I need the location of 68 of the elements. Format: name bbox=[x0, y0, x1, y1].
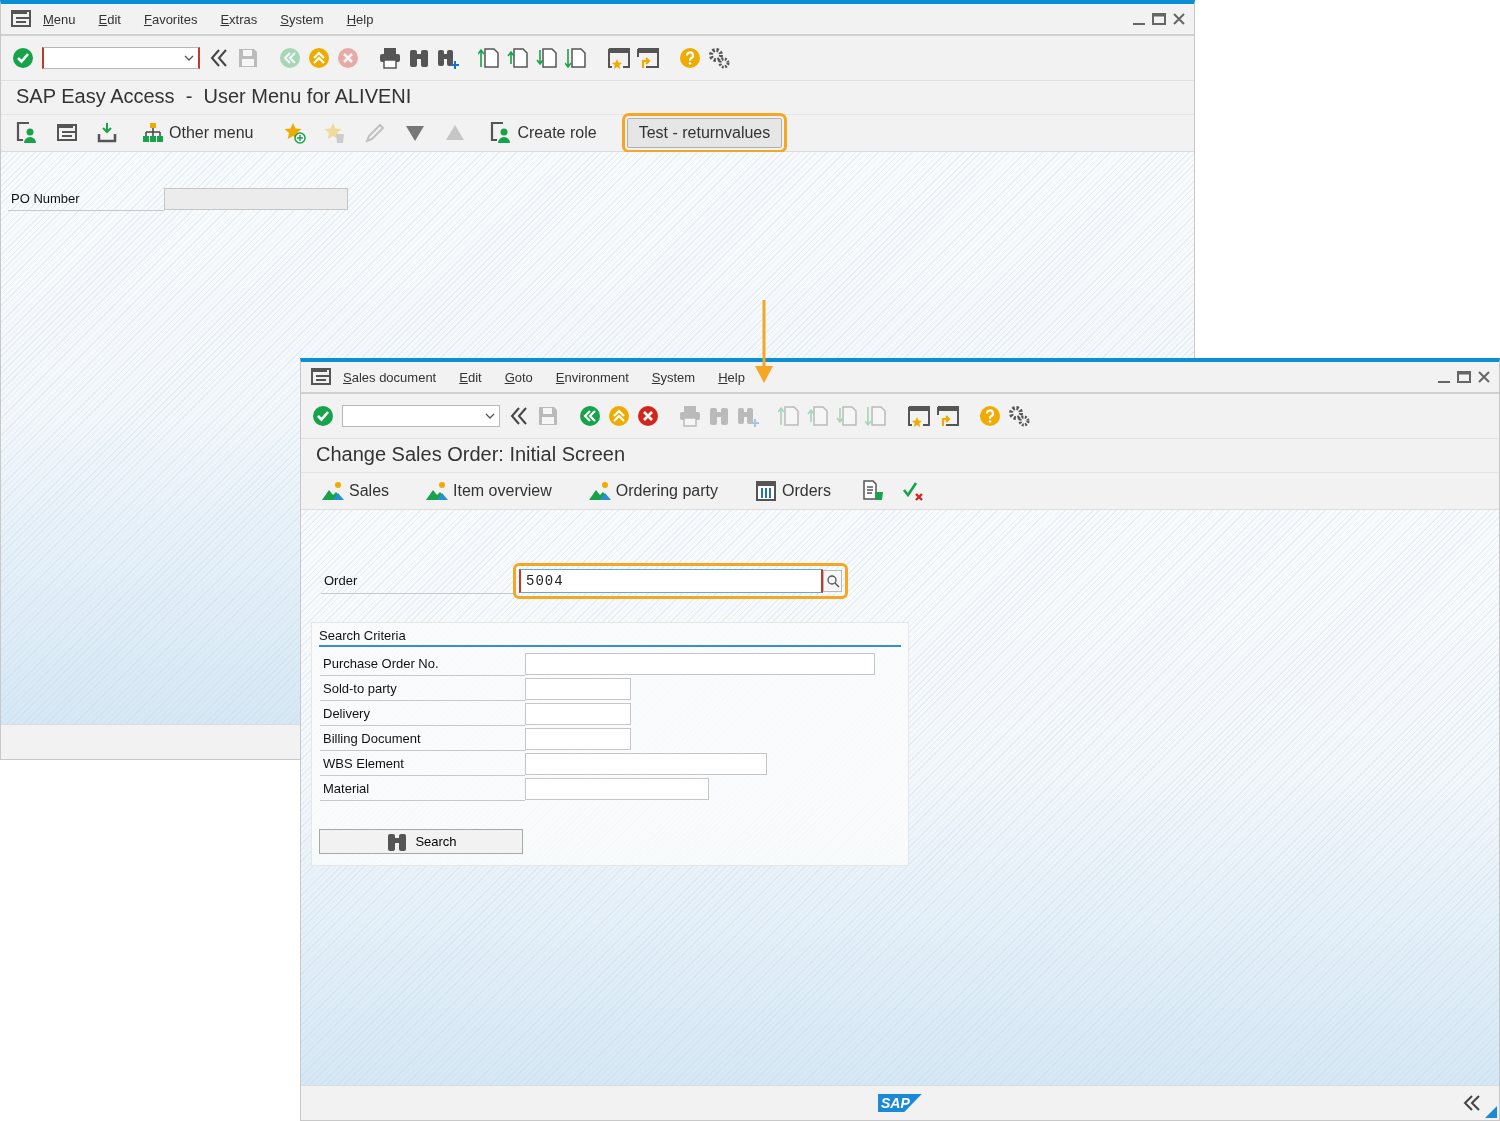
field-label: WBS Element bbox=[320, 751, 525, 776]
input-field[interactable] bbox=[525, 777, 709, 800]
menu-item[interactable]: Menu bbox=[43, 11, 76, 27]
close-icon[interactable] bbox=[1172, 12, 1186, 26]
maximize-icon[interactable] bbox=[1152, 12, 1166, 26]
page-up-icon[interactable] bbox=[507, 46, 531, 70]
mountain-icon[interactable] bbox=[587, 479, 612, 503]
window-star-icon[interactable] bbox=[607, 46, 631, 70]
toolbar-button[interactable]: Create role bbox=[483, 119, 603, 147]
input-field[interactable] bbox=[525, 752, 767, 775]
star-plus-icon[interactable] bbox=[283, 121, 308, 145]
maximize-icon[interactable] bbox=[1457, 370, 1471, 384]
window-arrow-icon[interactable] bbox=[636, 46, 660, 70]
sap-logo: SAP bbox=[878, 1094, 922, 1112]
menu-item[interactable]: Favorites bbox=[143, 11, 198, 27]
cancel-icon[interactable] bbox=[636, 404, 660, 428]
menu-item[interactable]: Edit bbox=[459, 369, 482, 385]
hierarchy-icon[interactable] bbox=[141, 121, 165, 145]
menu-item[interactable]: System bbox=[651, 369, 696, 385]
back-icon[interactable] bbox=[578, 404, 602, 428]
input-field[interactable] bbox=[525, 677, 631, 700]
menu-item[interactable]: Help bbox=[718, 369, 745, 385]
menu-item[interactable]: Extras bbox=[220, 11, 258, 27]
mountain-icon[interactable] bbox=[425, 479, 450, 503]
menu-item[interactable]: Help bbox=[346, 11, 374, 27]
resize-corner-icon[interactable] bbox=[1485, 1106, 1497, 1118]
command-field[interactable] bbox=[342, 405, 500, 427]
input-field[interactable] bbox=[525, 702, 631, 725]
enter-icon[interactable] bbox=[311, 404, 335, 428]
mountain-icon[interactable] bbox=[321, 479, 345, 503]
page-down-icon[interactable] bbox=[565, 46, 589, 70]
toolbar-button[interactable]: Ordering party bbox=[581, 477, 724, 505]
user-window-icon[interactable] bbox=[15, 121, 39, 145]
field-label: Material bbox=[320, 776, 525, 801]
download-icon[interactable] bbox=[95, 121, 119, 145]
field-label: Delivery bbox=[320, 701, 525, 726]
table-icon[interactable] bbox=[754, 479, 778, 503]
menu-item[interactable]: Goto bbox=[504, 369, 533, 385]
double-chevron-icon[interactable] bbox=[1463, 1094, 1481, 1112]
search-icon[interactable] bbox=[825, 574, 840, 588]
menu-item[interactable]: Sales document bbox=[343, 369, 437, 385]
field-label: Sold-to party bbox=[320, 676, 525, 701]
toolbar-button[interactable]: Other menu bbox=[135, 119, 260, 147]
search-button[interactable]: Search bbox=[319, 829, 523, 854]
enter-icon[interactable] bbox=[11, 46, 35, 70]
settings-icon[interactable] bbox=[1007, 404, 1031, 428]
command-field[interactable] bbox=[42, 47, 200, 69]
toolbar-button[interactable]: Sales bbox=[315, 477, 396, 505]
page-down-icon[interactable] bbox=[536, 46, 560, 70]
settings-icon[interactable] bbox=[707, 46, 731, 70]
menu-item[interactable]: System bbox=[280, 11, 324, 27]
screen-title: Change Sales Order: Initial Screen bbox=[301, 439, 1499, 473]
window-arrow-icon[interactable] bbox=[936, 404, 960, 428]
input-field[interactable] bbox=[525, 652, 875, 675]
print-icon[interactable] bbox=[378, 46, 402, 70]
input-field[interactable] bbox=[525, 727, 631, 750]
toolbar-button[interactable]: Item overview bbox=[419, 477, 558, 505]
window-star-icon[interactable] bbox=[907, 404, 931, 428]
field-label: Purchase Order No. bbox=[320, 651, 525, 676]
document-icon[interactable] bbox=[860, 479, 885, 503]
page-up-icon[interactable] bbox=[478, 46, 502, 70]
toolbar-button[interactable]: Orders bbox=[748, 477, 837, 505]
field-label: Billing Document bbox=[320, 726, 525, 751]
group-title: Search Criteria bbox=[319, 623, 901, 647]
menu-item[interactable]: Edit bbox=[98, 11, 121, 27]
close-icon[interactable] bbox=[1477, 370, 1491, 384]
menu-item[interactable]: Environment bbox=[555, 369, 629, 385]
field-label: Order bbox=[321, 568, 516, 594]
